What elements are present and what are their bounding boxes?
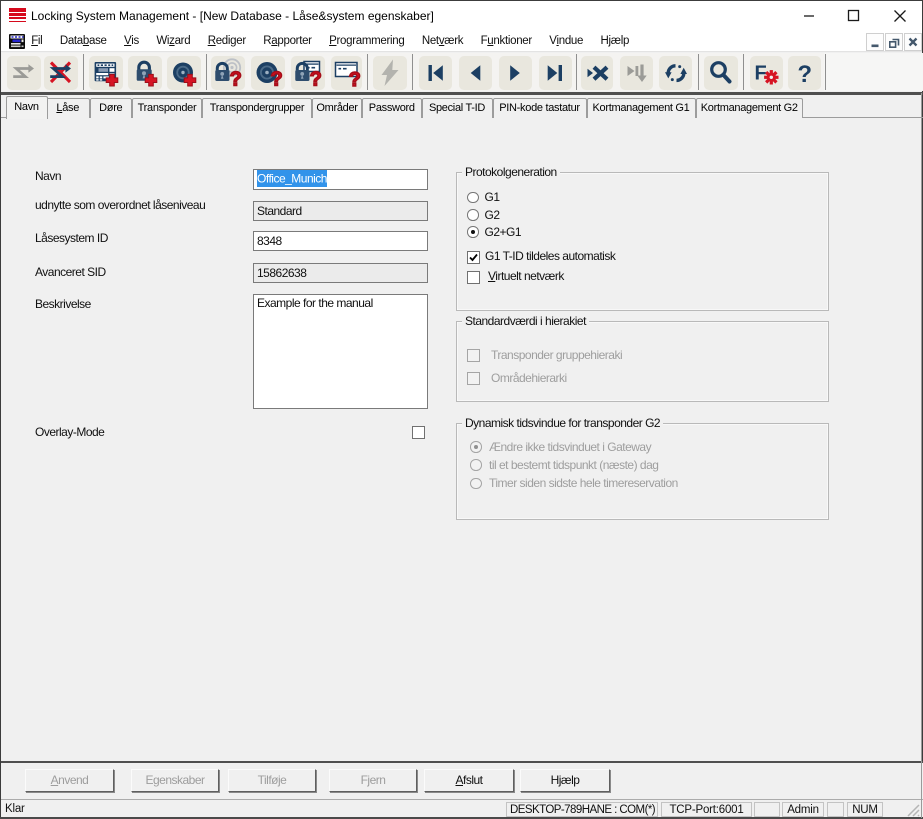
svg-text:?: ? [797, 61, 811, 88]
svg-text:?: ? [229, 69, 241, 91]
svg-text:?: ? [309, 69, 321, 91]
svg-text:F: F [755, 63, 767, 85]
svg-text:?: ? [270, 69, 282, 91]
svg-text:?: ? [348, 69, 360, 90]
